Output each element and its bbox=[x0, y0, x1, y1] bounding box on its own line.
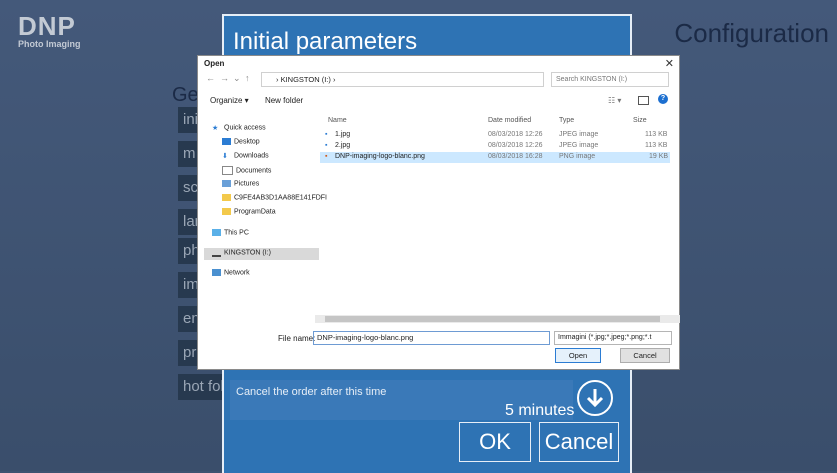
arrow-down-icon bbox=[586, 389, 604, 408]
dialog-toolbar: Organize ▾ New folder bbox=[210, 96, 303, 105]
download-icon: ⬇ bbox=[222, 153, 228, 160]
ok-button[interactable]: OK bbox=[459, 422, 531, 462]
pc-icon bbox=[212, 229, 221, 236]
png-file-icon: ▪ bbox=[325, 153, 328, 160]
pictures-icon bbox=[222, 180, 231, 187]
file-name-input[interactable]: DNP-imaging-logo-blanc.png bbox=[313, 331, 550, 345]
nav-item-folder-hash[interactable]: C9FE4AB3D1AA88E141FDFI bbox=[222, 194, 327, 206]
file-row-selected[interactable]: ▪ DNP-imaging-logo-blanc.png 08/03/2018 … bbox=[320, 152, 670, 163]
cancel-button[interactable]: Cancel bbox=[539, 422, 619, 462]
help-icon[interactable]: ? bbox=[658, 94, 668, 104]
nav-item-quick-access[interactable]: ★ Quick access bbox=[212, 124, 266, 136]
nav-item-downloads[interactable]: ⬇ Downloads bbox=[222, 152, 269, 164]
drive-icon bbox=[212, 248, 221, 257]
file-size: 113 KB bbox=[645, 142, 668, 149]
file-date: 08/03/2018 16:28 bbox=[488, 153, 543, 160]
file-type: JPEG image bbox=[559, 142, 599, 149]
nav-item-network[interactable]: Network bbox=[212, 269, 250, 281]
logo-main-text: DNP bbox=[18, 11, 76, 41]
column-header-name[interactable]: Name bbox=[328, 117, 347, 124]
dialog-cancel-button[interactable]: Cancel bbox=[620, 348, 670, 363]
search-input[interactable]: Search KINGSTON (I:) bbox=[551, 72, 669, 87]
column-header-date[interactable]: Date modified bbox=[488, 117, 531, 124]
view-options-icon[interactable]: ☷ ▾ bbox=[608, 96, 621, 105]
documents-icon bbox=[222, 166, 233, 175]
file-size: 113 KB bbox=[645, 131, 668, 138]
nav-item-this-pc[interactable]: This PC bbox=[212, 229, 249, 241]
up-arrow-icon[interactable]: ↑ bbox=[245, 73, 250, 83]
navigation-pane: ★ Quick access Desktop ⬇ Downloads Documen… bbox=[202, 114, 327, 318]
file-list: Name Date modified Type Size ▪ 1.jpg 08/… bbox=[315, 112, 672, 318]
open-file-dialog: Open ✕ ← → ⌄ ↑ › KINGSTON (I:) › Search … bbox=[197, 55, 680, 370]
file-row[interactable]: ▪ 1.jpg 08/03/2018 12:26 JPEG image 113 … bbox=[320, 130, 670, 141]
file-date: 08/03/2018 12:26 bbox=[488, 131, 543, 138]
nav-item-pictures[interactable]: Pictures bbox=[222, 180, 259, 192]
chevron-down-icon[interactable]: ⌄ bbox=[233, 73, 241, 84]
section-label: Ge bbox=[172, 84, 199, 106]
file-name: 2.jpg bbox=[335, 142, 351, 149]
open-button[interactable]: Open bbox=[555, 348, 601, 363]
file-type: PNG image bbox=[559, 153, 596, 160]
address-text: › KINGSTON (I:) › bbox=[276, 75, 336, 84]
logo-sub-text: Photo Imaging bbox=[18, 39, 81, 49]
cancel-order-label: Cancel the order after this time bbox=[236, 386, 387, 398]
minutes-value: 5 minutes bbox=[505, 402, 575, 419]
network-icon bbox=[212, 269, 221, 276]
file-type: JPEG image bbox=[559, 131, 599, 138]
new-folder-button[interactable]: New folder bbox=[265, 96, 303, 105]
file-date: 08/03/2018 12:26 bbox=[488, 142, 543, 149]
scrollbar-thumb[interactable] bbox=[325, 316, 660, 322]
file-size: 19 KB bbox=[649, 153, 669, 160]
column-header-size[interactable]: Size bbox=[633, 117, 647, 124]
dialog-title: Open bbox=[204, 59, 225, 68]
image-file-icon: ▪ bbox=[325, 142, 328, 149]
column-header-type[interactable]: Type bbox=[559, 117, 574, 124]
nav-item-programdata[interactable]: ProgramData bbox=[222, 208, 276, 220]
nav-item-documents[interactable]: Documents bbox=[222, 166, 271, 178]
close-icon[interactable]: ✕ bbox=[665, 57, 674, 70]
folder-icon bbox=[222, 208, 231, 215]
file-name-label: File name: bbox=[278, 334, 316, 343]
file-name: 1.jpg bbox=[335, 131, 351, 138]
back-icon[interactable]: ← bbox=[206, 73, 215, 83]
search-placeholder: Search KINGSTON (I:) bbox=[556, 76, 628, 83]
dnp-logo: DNP Photo Imaging bbox=[18, 11, 82, 54]
folder-icon bbox=[222, 194, 231, 201]
star-icon: ★ bbox=[212, 125, 219, 132]
nav-item-desktop[interactable]: Desktop bbox=[222, 138, 260, 150]
address-bar[interactable]: › KINGSTON (I:) › bbox=[261, 72, 544, 87]
preview-pane-icon[interactable] bbox=[638, 96, 649, 105]
forward-icon[interactable]: → bbox=[220, 73, 229, 83]
down-arrow-button[interactable] bbox=[577, 380, 613, 416]
organize-button[interactable]: Organize ▾ bbox=[210, 96, 249, 105]
nav-item-kingston[interactable]: KINGSTON (I:) bbox=[204, 248, 319, 260]
configuration-title: Configuration bbox=[674, 18, 829, 48]
desktop-icon bbox=[222, 138, 231, 145]
file-row[interactable]: ▪ 2.jpg 08/03/2018 12:26 JPEG image 113 … bbox=[320, 141, 670, 152]
file-name: DNP-imaging-logo-blanc.png bbox=[335, 153, 425, 160]
panel-title: Initial parameters bbox=[233, 28, 418, 55]
image-file-icon: ▪ bbox=[325, 131, 328, 138]
file-type-filter[interactable]: Immagini (*.jpg;*.jpeg;*.png;*.t bbox=[554, 331, 672, 345]
